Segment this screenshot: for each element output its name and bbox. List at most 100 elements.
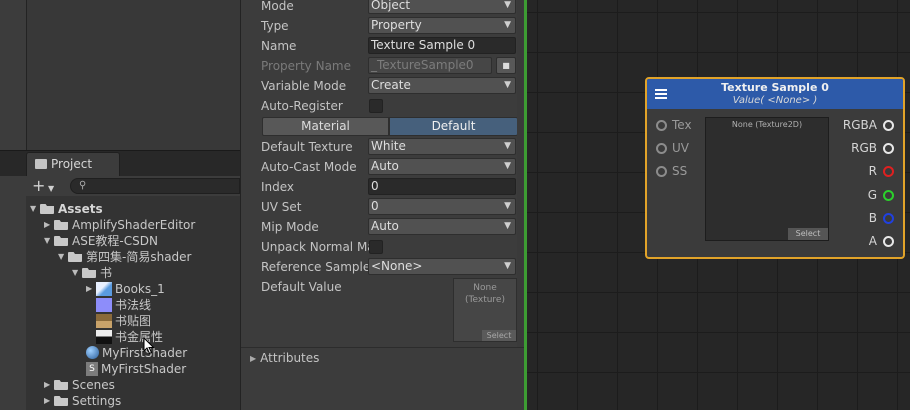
- unpack-normal-checkbox[interactable]: [369, 240, 383, 254]
- chevron-down-icon: ▼: [504, 201, 511, 211]
- port-circle-icon: [883, 213, 894, 224]
- inspector-scrollbar[interactable]: [517, 0, 523, 347]
- port-circle-icon: [883, 236, 894, 247]
- tree-item-settings[interactable]: ▶ Settings: [44, 393, 121, 409]
- prop-row-type: Type Property ▼: [260, 16, 518, 36]
- default-value-texture-slot[interactable]: None (Texture) Select: [453, 278, 517, 342]
- default-texture-dropdown[interactable]: White ▼: [368, 138, 516, 155]
- tree-item-material[interactable]: MyFirstShader: [86, 345, 187, 361]
- name-field[interactable]: Texture Sample 0: [368, 37, 516, 54]
- texture-slot-line2: (Texture): [465, 295, 505, 305]
- tree-item-book[interactable]: ▼ 书: [72, 265, 112, 281]
- prop-label: Variable Mode: [261, 79, 347, 93]
- tree-item-albedo-tex[interactable]: 书贴图: [96, 313, 151, 329]
- search-input[interactable]: ⚲: [70, 178, 240, 194]
- dropdown-value: <None>: [371, 259, 423, 273]
- tree-item-episode4[interactable]: ▼ 第四集-简易shader: [58, 249, 191, 265]
- folder-icon: [54, 220, 68, 230]
- mode-dropdown[interactable]: Object ▼: [368, 0, 516, 14]
- tree-item-assets[interactable]: ▼ Assets: [30, 201, 103, 217]
- auto-register-checkbox[interactable]: [369, 99, 383, 113]
- dropdown-value: Auto: [371, 219, 399, 233]
- expand-arrow-icon: ▶: [44, 220, 51, 229]
- prop-row-mode: Mode Object ▼: [260, 0, 518, 16]
- tree-item-amplify[interactable]: ▶ AmplifyShaderEditor: [44, 217, 195, 233]
- folder-icon: [54, 380, 68, 390]
- folder-open-icon: [82, 268, 96, 278]
- port-label: A: [868, 234, 877, 248]
- prop-label: Default Texture: [261, 140, 353, 154]
- add-button[interactable]: + ▼: [32, 178, 62, 194]
- prop-label: Auto-Cast Mode: [261, 160, 357, 174]
- output-port-rgba[interactable]: RGBA: [836, 118, 894, 132]
- node-header[interactable]: Texture Sample 0 Value( <None> ): [647, 79, 903, 109]
- prop-row-index: Index 0: [260, 177, 518, 197]
- port-circle-icon: [656, 143, 667, 154]
- port-label: RGB: [851, 141, 877, 155]
- dropdown-value: Create: [371, 78, 411, 92]
- tree-item-ase-csdn[interactable]: ▼ ASE教程-CSDN: [44, 233, 158, 249]
- chevron-down-icon: ▼: [504, 0, 511, 10]
- prop-row-default-texture: Default Texture White ▼: [260, 137, 518, 157]
- hierarchy-area: [0, 0, 240, 150]
- property-name-field: _TextureSample0: [368, 57, 492, 74]
- mip-mode-dropdown[interactable]: Auto ▼: [368, 218, 516, 235]
- tree-item-normal-tex[interactable]: 书法线: [96, 297, 151, 313]
- expand-arrow-icon: ▼: [44, 236, 51, 245]
- port-label: R: [868, 164, 877, 178]
- attributes-label: Attributes: [260, 351, 320, 365]
- tree-item-scenes[interactable]: ▶ Scenes: [44, 377, 115, 393]
- prop-row-auto-cast: Auto-Cast Mode Auto ▼: [260, 157, 518, 177]
- port-label: Tex: [672, 118, 692, 132]
- hierarchy-pane: [26, 0, 240, 150]
- preview-select-button[interactable]: Select: [788, 228, 828, 240]
- left-dock: Project + ▼ ⚲ ▼ Assets ▶ AmplifyShaderEdito…: [0, 0, 240, 410]
- port-circle-icon: [883, 120, 894, 131]
- port-circle-icon: [883, 143, 894, 154]
- plus-icon: +: [32, 176, 46, 195]
- output-port-a[interactable]: A: [836, 234, 894, 248]
- search-icon: ⚲: [79, 180, 87, 191]
- tab-material[interactable]: Material: [262, 117, 389, 136]
- folder-icon: [54, 396, 68, 406]
- prop-label: Mip Mode: [261, 220, 319, 234]
- lock-button[interactable]: ■: [496, 57, 516, 74]
- expand-arrow-icon: ▼: [58, 252, 65, 261]
- prop-row-auto-register: Auto-Register: [260, 96, 518, 116]
- folder-icon: [35, 159, 47, 169]
- uv-set-dropdown[interactable]: 0 ▼: [368, 198, 516, 215]
- folder-open-icon: [54, 236, 68, 246]
- variable-mode-dropdown[interactable]: Create ▼: [368, 77, 516, 94]
- output-port-g[interactable]: G: [836, 188, 894, 202]
- index-field[interactable]: 0: [368, 178, 516, 195]
- tree-item-books1[interactable]: ▶ Books_1: [86, 281, 165, 297]
- chevron-down-icon: ▼: [504, 20, 511, 30]
- expand-arrow-icon: ▶: [44, 380, 51, 389]
- texture-select-button[interactable]: Select: [482, 330, 516, 341]
- dropdown-value: White: [371, 139, 406, 153]
- port-label: B: [868, 211, 877, 225]
- prop-label: Property Name: [261, 59, 351, 73]
- prop-label: Type: [261, 19, 289, 33]
- chevron-down-icon: ▼: [504, 141, 511, 151]
- type-dropdown[interactable]: Property ▼: [368, 17, 516, 34]
- preview-label: None (Texture2D): [731, 120, 803, 129]
- output-port-r[interactable]: R: [836, 164, 894, 178]
- output-port-rgb[interactable]: RGB: [836, 141, 894, 155]
- output-port-b[interactable]: B: [836, 211, 894, 225]
- chevron-down-icon: ▼: [504, 261, 511, 271]
- port-circle-icon: [656, 120, 667, 131]
- model-prefab-icon: [96, 282, 112, 296]
- prop-row-uv-set: UV Set 0 ▼: [260, 197, 518, 217]
- texture-slot-label: None (Texture): [454, 282, 516, 306]
- tab-project[interactable]: Project: [26, 152, 120, 176]
- node-texture-preview[interactable]: None (Texture2D) Select: [705, 117, 829, 241]
- prop-label: Default Value: [261, 280, 342, 294]
- tree-item-shader[interactable]: S MyFirstShader: [86, 361, 186, 377]
- port-label: RGBA: [842, 118, 877, 132]
- reference-sample-dropdown[interactable]: <None> ▼: [368, 258, 516, 275]
- attributes-foldout[interactable]: ▶ Attributes: [250, 351, 319, 365]
- auto-cast-dropdown[interactable]: Auto ▼: [368, 158, 516, 175]
- tab-default[interactable]: Default: [389, 117, 518, 136]
- prop-label: UV Set: [261, 200, 302, 214]
